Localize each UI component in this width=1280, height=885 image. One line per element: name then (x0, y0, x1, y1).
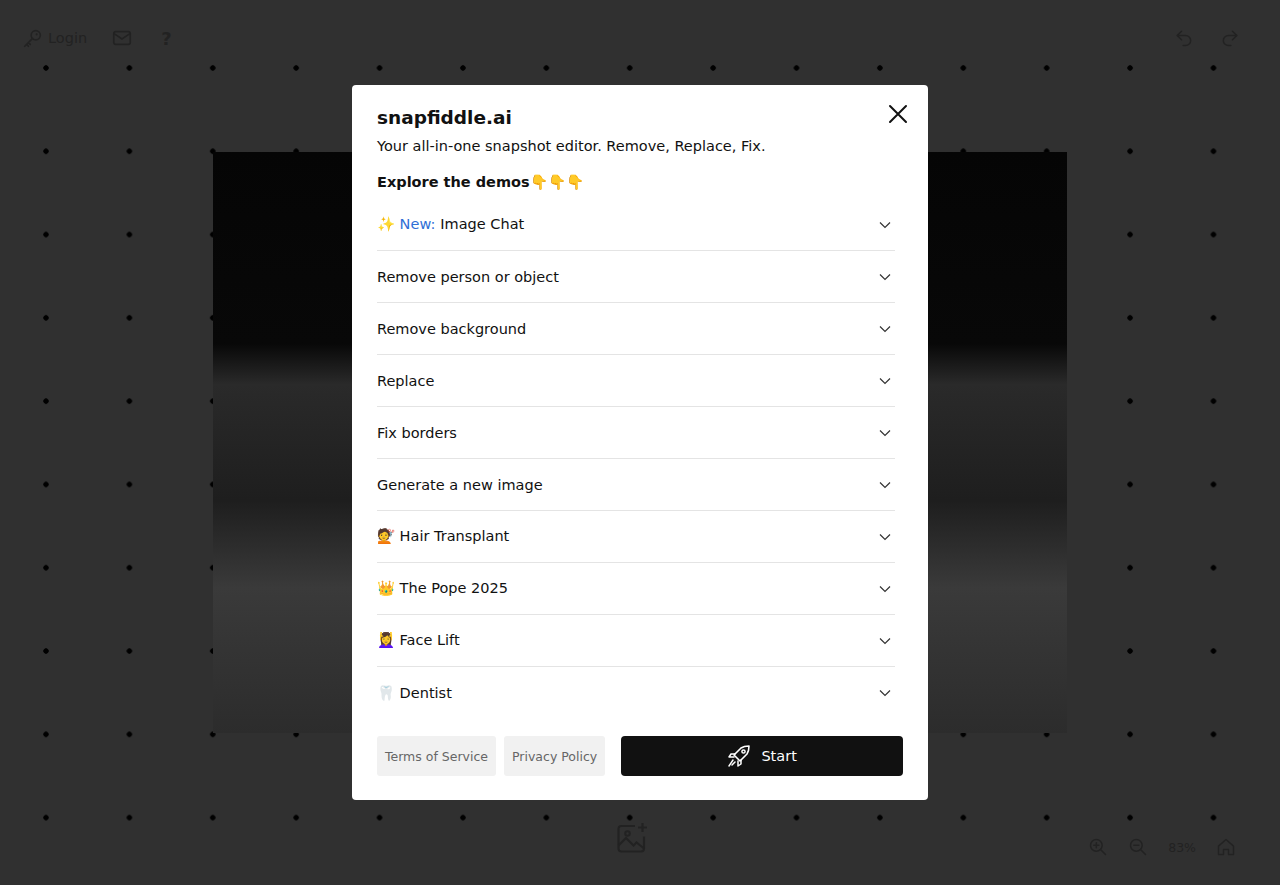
new-badge: ✨ New: (377, 216, 435, 232)
redo-icon (1220, 28, 1240, 48)
zoom-out-button[interactable] (1128, 833, 1148, 861)
chevron-icon (879, 481, 891, 489)
demo-item[interactable]: Fix borders (377, 407, 895, 459)
undo-button[interactable] (1174, 24, 1194, 52)
login-button[interactable]: Login (22, 24, 87, 52)
zoom-toolbar: 83% (1088, 833, 1236, 861)
demo-item[interactable]: ✨ New:Image Chat (377, 199, 895, 251)
chevron-icon (879, 221, 891, 229)
zoom-out-icon (1128, 837, 1148, 857)
dialog-footer: Terms of ServicePrivacy Policy Start (377, 736, 903, 776)
demo-item[interactable]: 🦷 Dentist (377, 667, 895, 719)
footer-link[interactable]: Terms of Service (377, 736, 496, 776)
close-button[interactable] (888, 104, 908, 124)
chevron-icon (879, 325, 891, 333)
redo-button[interactable] (1220, 24, 1240, 52)
dialog-title: snapfiddle.ai (377, 107, 903, 129)
help-button[interactable]: ? (157, 24, 175, 52)
mail-icon (111, 27, 133, 49)
add-image-icon (614, 820, 650, 856)
demo-item[interactable]: 💇 Hair Transplant (377, 511, 895, 563)
home-icon (1216, 837, 1236, 857)
add-image-button[interactable] (614, 820, 650, 859)
chevron-icon (879, 533, 891, 541)
undo-icon (1174, 28, 1194, 48)
demo-item[interactable]: Remove background (377, 303, 895, 355)
key-icon (22, 27, 44, 49)
chevron-icon (879, 689, 891, 697)
demo-item[interactable]: 👑 The Pope 2025 (377, 563, 895, 615)
demo-item[interactable]: 💆‍♀️ Face Lift (377, 615, 895, 667)
welcome-dialog: snapfiddle.ai Your all-in-one snapshot ed… (352, 85, 928, 800)
zoom-in-icon (1088, 837, 1108, 857)
chevron-icon (879, 377, 891, 385)
home-button[interactable] (1216, 833, 1236, 861)
dialog-subtitle: Your all-in-one snapshot editor. Remove,… (377, 137, 903, 155)
history-toolbar (1174, 24, 1240, 52)
chevron-icon (879, 273, 891, 281)
demo-item[interactable]: Generate a new image (377, 459, 895, 511)
demo-item[interactable]: Replace (377, 355, 895, 407)
rocket-icon (727, 744, 751, 768)
chevron-icon (879, 585, 891, 593)
demo-item[interactable]: Remove person or object (377, 251, 895, 303)
start-button[interactable]: Start (621, 736, 903, 776)
chevron-icon (879, 429, 891, 437)
footer-link[interactable]: Privacy Policy (504, 736, 605, 776)
top-toolbar: Login? (22, 24, 176, 52)
close-icon (888, 104, 908, 124)
chevron-icon (879, 637, 891, 645)
zoom-in-button[interactable] (1088, 833, 1108, 861)
canvas[interactable]: Login? 83% snapfiddle.ai Your all-in-one sn… (0, 0, 1280, 885)
demo-list: ✨ New:Image ChatRemove person or objectR… (377, 199, 895, 719)
mail-button[interactable] (111, 24, 133, 52)
zoom-level: 83% (1168, 840, 1196, 855)
demos-heading: Explore the demos👇👇👇 (377, 167, 903, 197)
